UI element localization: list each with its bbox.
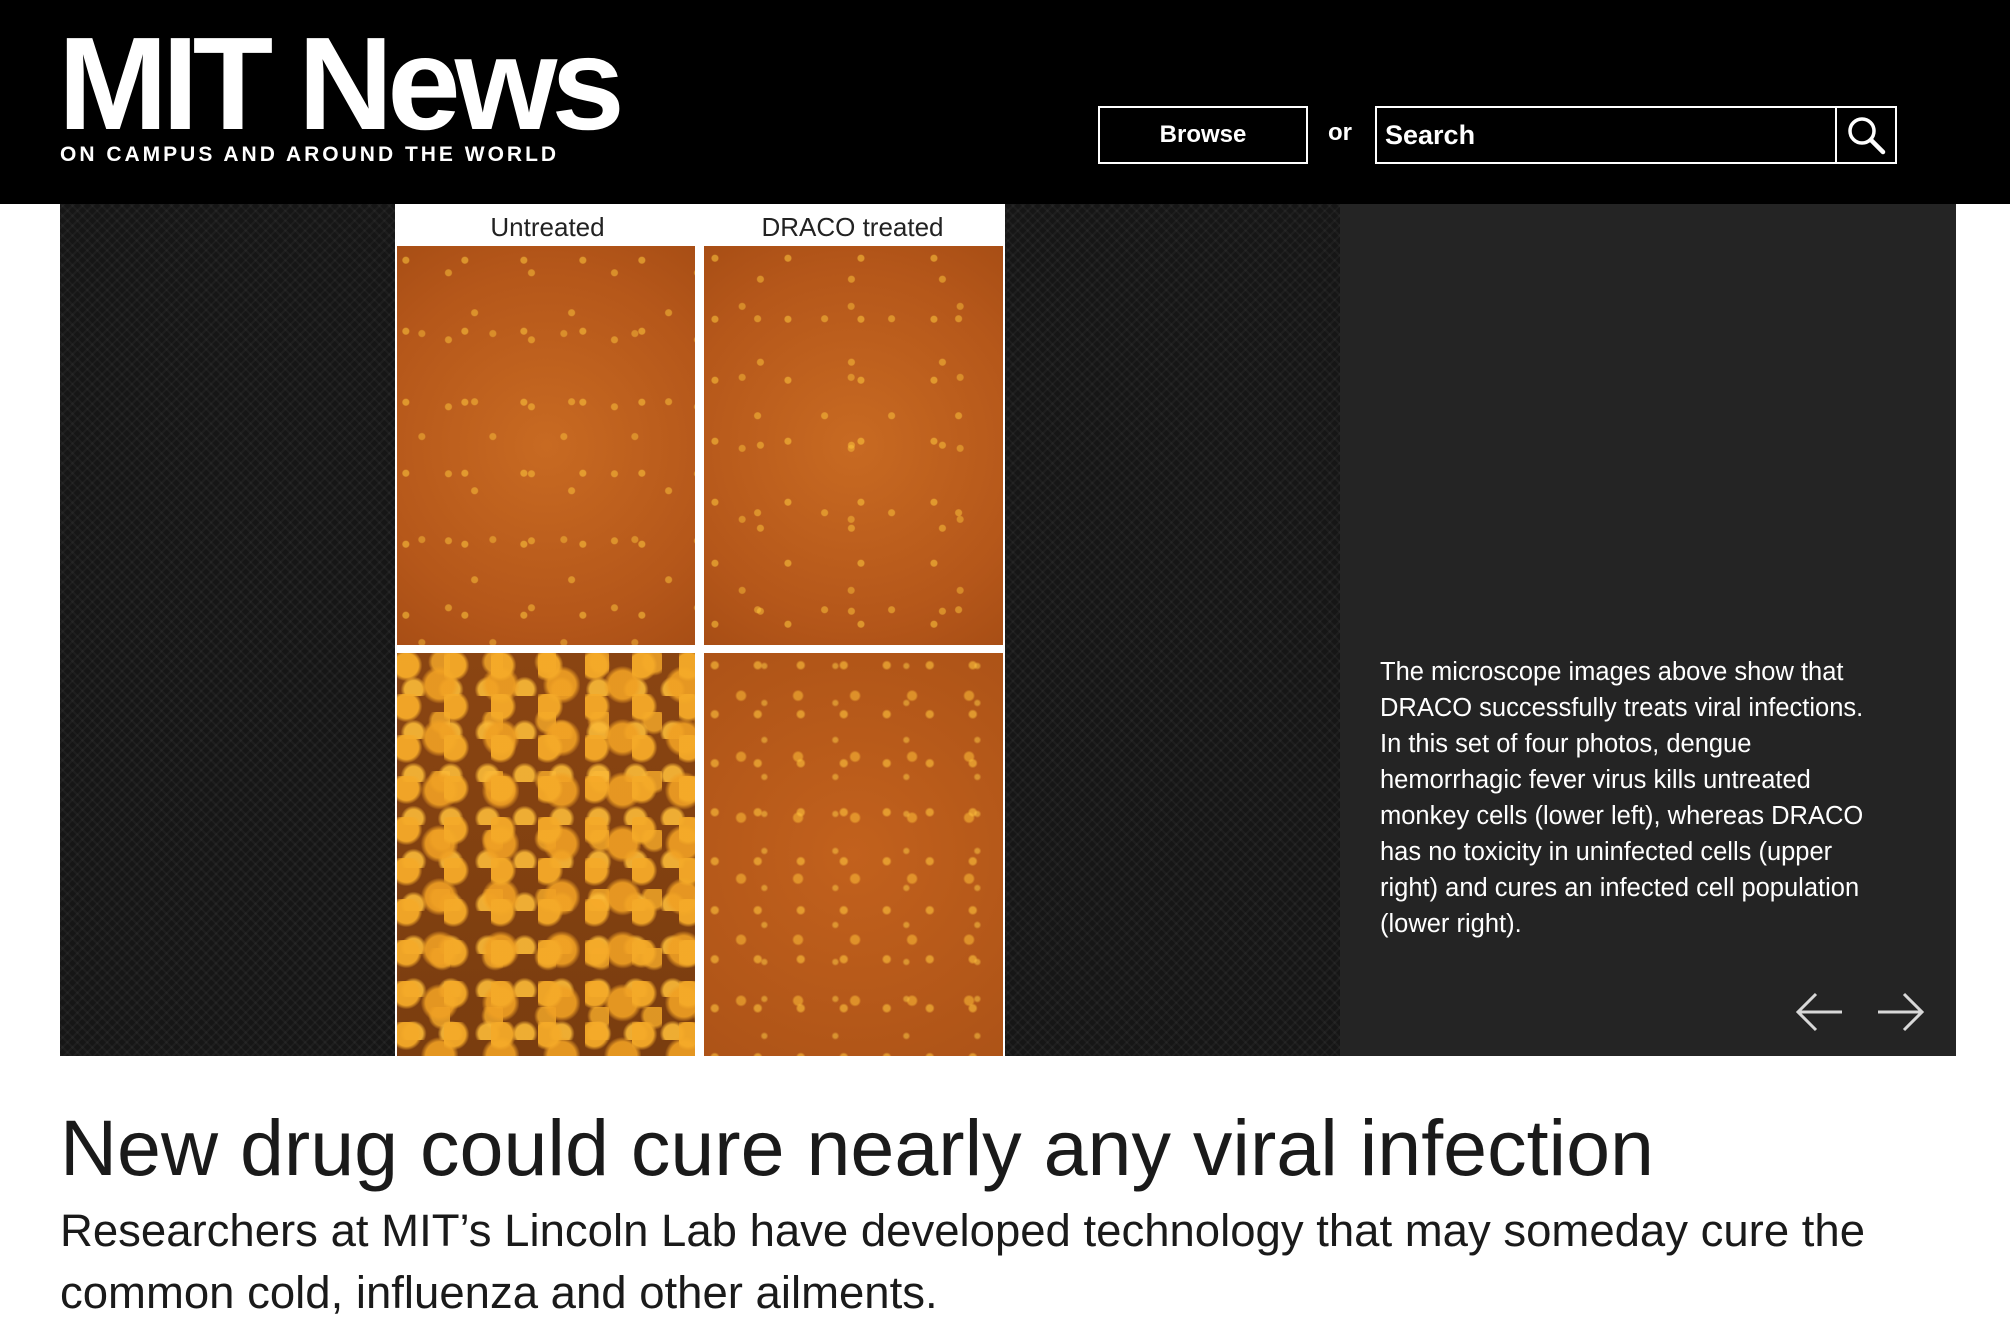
caption-panel: The microscope images above show that DR…	[1340, 204, 1956, 1056]
microscope-figure: Untreated DRACO treated	[395, 204, 1005, 1056]
article-headline[interactable]: New drug could cure nearly any viral inf…	[60, 1103, 1654, 1193]
image-caption: The microscope images above show that DR…	[1380, 657, 1864, 938]
arrow-left-icon	[1795, 992, 1842, 1032]
arrow-right-icon	[1878, 992, 1925, 1032]
site-tagline: ON CAMPUS AND AROUND THE WORLD	[60, 143, 560, 166]
search-button[interactable]	[1835, 108, 1895, 162]
panel-untreated-uninfected	[397, 246, 695, 645]
figure-label-untreated: Untreated	[490, 212, 605, 242]
figure-label-draco-treated: DRACO treated	[761, 212, 944, 242]
panel-untreated-infected	[397, 653, 695, 1056]
panel-treated-uninfected	[704, 246, 1003, 645]
image-slideshow: Untreated DRACO treated The microscope i…	[60, 204, 1956, 1056]
site-logo[interactable]: MIT News	[58, 14, 625, 154]
search-icon	[1848, 117, 1886, 155]
search-input[interactable]	[1377, 108, 1835, 162]
site-header: MIT News ON CAMPUS AND AROUND THE WORLD …	[0, 0, 2010, 204]
browse-button[interactable]: Browse	[1098, 106, 1308, 164]
previous-slide-button[interactable]	[1792, 988, 1848, 1036]
search-form	[1375, 106, 1897, 164]
panel-treated-infected	[704, 653, 1003, 1056]
or-label: or	[1328, 119, 1352, 146]
article-dek: Researchers at MIT’s Lincoln Lab have de…	[60, 1205, 1866, 1318]
next-slide-button[interactable]	[1872, 988, 1928, 1036]
